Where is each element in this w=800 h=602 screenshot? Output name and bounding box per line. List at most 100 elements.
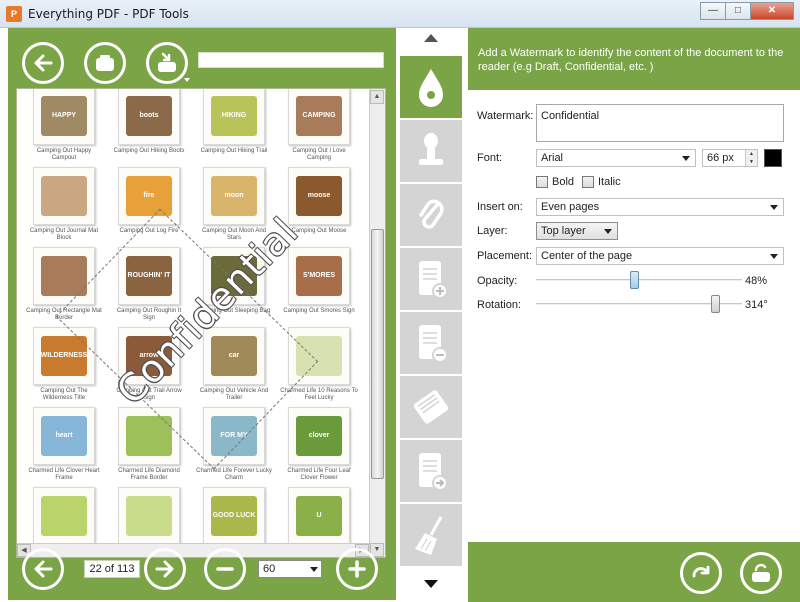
thumbnail-image <box>203 247 265 305</box>
page-thumbnails[interactable]: HAPPY Camping Out Happy Campout boots Campi… <box>16 88 386 558</box>
tool-stamp-button[interactable] <box>400 120 462 182</box>
thumbnail-image: HAPPY <box>33 89 95 145</box>
thumbnail-image <box>288 327 350 385</box>
page-thumbnail[interactable]: CAMPING Camping Out I Love Camping <box>280 89 358 162</box>
page-thumbnail[interactable]: HIKING Camping Out Hiking Trail <box>195 89 273 155</box>
page-thumbnail[interactable]: car Camping Out Vehicle And Trailer <box>195 327 273 402</box>
title-bar: P Everything PDF - PDF Tools — □ ✕ <box>0 0 800 28</box>
opacity-value: 48% <box>745 275 768 287</box>
insert-on-select[interactable]: Even pages <box>536 198 784 216</box>
thumbnail-caption: Camping Out Moose <box>291 228 347 234</box>
thumbnail-image <box>33 247 95 305</box>
save-button[interactable] <box>146 42 188 84</box>
thumbnail-image: GOOD LUCK <box>203 487 265 545</box>
page-name-field[interactable] <box>198 52 384 68</box>
thumbnail-image <box>118 407 180 465</box>
scroll-tools-up-icon[interactable] <box>424 34 438 42</box>
page-thumbnail[interactable]: arrow Camping Out Trail Arrow Sign <box>110 327 188 402</box>
page-thumbnail[interactable]: moon Camping Out Moon And Stars <box>195 167 273 242</box>
spin-arrows-icon[interactable]: ▲ ▼ <box>745 150 757 166</box>
thumbnail-image: boots <box>118 89 180 145</box>
checkbox-box[interactable] <box>582 176 594 188</box>
page-thumbnail[interactable]: S'MORES Camping Out Smores Sign <box>280 247 358 315</box>
text-color-swatch[interactable] <box>764 149 782 167</box>
bold-checkbox[interactable]: Bold <box>536 176 574 188</box>
font-select[interactable]: Arial <box>536 149 696 167</box>
page-thumbnail[interactable]: FOR MY Charmed Life Forever Lucky Charm <box>195 407 273 482</box>
page-thumbnail[interactable]: HAPPY Camping Out Happy Campout <box>25 89 103 162</box>
page-thumbnail[interactable]: heart Charmed Life Clover Heart Frame <box>25 407 103 482</box>
italic-checkbox[interactable]: Italic <box>582 176 621 188</box>
thumbnail-image: heart <box>33 407 95 465</box>
page-thumbnail[interactable]: fire Camping Out Log Fire <box>110 167 188 235</box>
tool-watermark-button[interactable] <box>400 56 462 118</box>
top-toolbar <box>22 42 188 84</box>
minimize-button[interactable]: — <box>700 2 726 20</box>
zoom-out-button[interactable] <box>204 548 246 590</box>
app-logo-icon: P <box>6 6 22 22</box>
rotation-slider[interactable] <box>536 295 742 313</box>
next-page-button[interactable] <box>144 548 186 590</box>
extract-page-icon <box>419 453 448 491</box>
close-button[interactable]: ✕ <box>750 2 794 20</box>
placement-select[interactable]: Center of the page <box>536 247 784 265</box>
thumbnail-caption: Camping Out Happy Campout <box>36 148 92 161</box>
scroll-tools-down-icon[interactable] <box>424 580 438 588</box>
save-options-chevron-icon[interactable] <box>184 78 190 82</box>
tool-remove-page-button[interactable] <box>400 312 462 374</box>
save-document-button[interactable] <box>740 552 782 594</box>
zoom-select[interactable]: 60 <box>258 560 322 578</box>
tool-extract-page-button[interactable] <box>400 440 462 502</box>
back-button[interactable] <box>22 42 64 84</box>
thumbnail-image: FOR MY <box>203 407 265 465</box>
scrollbar-thumb[interactable] <box>371 229 384 479</box>
apply-button[interactable] <box>680 552 722 594</box>
checkbox-box[interactable] <box>536 176 548 188</box>
previous-page-button[interactable] <box>22 548 64 590</box>
open-button[interactable] <box>84 42 126 84</box>
plus-icon <box>348 560 366 578</box>
font-label: Font: <box>477 152 503 164</box>
chevron-down-icon <box>770 254 778 259</box>
font-size-stepper[interactable]: 66 px ▲ ▼ <box>702 149 758 167</box>
action-bar <box>468 542 800 602</box>
tool-cleanup-button[interactable] <box>400 504 462 566</box>
maximize-button[interactable]: □ <box>725 2 751 20</box>
page-thumbnail[interactable]: WILDERNESS Camping Out The Wilderness Tit… <box>25 327 103 402</box>
chevron-down-icon <box>604 229 612 234</box>
thumbnail-image: ROUGHIN' IT <box>118 247 180 305</box>
scroll-up-arrow-icon[interactable]: ▲ <box>370 90 384 104</box>
slider-track[interactable] <box>536 279 742 281</box>
thumbnail-caption: Charmed Life Four Leaf Clover Flower <box>287 468 351 481</box>
thumbnail-artwork: U <box>296 496 342 536</box>
zoom-in-button[interactable] <box>336 548 378 590</box>
page-thumbnail[interactable]: Camping Out Journal Mat Block <box>25 167 103 242</box>
thumbnail-caption: Camping Out I Love Camping <box>292 148 346 161</box>
page-thumbnail[interactable]: moose Camping Out Moose <box>280 167 358 235</box>
vertical-scrollbar[interactable]: ▲ ▼ <box>369 89 385 557</box>
page-thumbnail[interactable]: Charmed Life 10 Reasons To Feel Lucky <box>280 327 358 402</box>
thumbnail-grid: HAPPY Camping Out Happy Campout boots Campi… <box>25 89 365 554</box>
page-thumbnail[interactable]: Camping Out Sleeping Bag <box>195 247 273 315</box>
thumbnail-caption: Camping Out Hiking Boots <box>113 148 185 154</box>
page-counter[interactable]: 22 of 113 <box>84 560 140 578</box>
page-thumbnail[interactable]: boots Camping Out Hiking Boots <box>110 89 188 155</box>
page-thumbnail[interactable]: ROUGHIN' IT Camping Out Roughin It Sign <box>110 247 188 322</box>
page-thumbnail[interactable]: Camping Out Rectangle Mat Border <box>25 247 103 322</box>
page-thumbnail[interactable]: Charmed Life Diamond Frame Border <box>110 407 188 482</box>
tool-description: Add a Watermark to identify the content … <box>468 28 800 90</box>
page-thumbnail[interactable]: clover Charmed Life Four Leaf Clover Flow… <box>280 407 358 482</box>
arrow-left-icon <box>34 54 53 72</box>
opacity-slider[interactable] <box>536 271 742 289</box>
opacity-slider-knob[interactable] <box>630 271 639 289</box>
thumbnail-image: car <box>203 327 265 385</box>
tool-add-page-button[interactable] <box>400 248 462 310</box>
rotation-slider-knob[interactable] <box>711 295 720 313</box>
layer-select[interactable]: Top layer <box>536 222 618 240</box>
bold-label: Bold <box>552 176 575 188</box>
watermark-text-field[interactable]: Confidential <box>536 104 784 142</box>
thumbnail-caption: Charmed Life Clover Heart Frame <box>28 468 100 481</box>
thumbnail-image: CAMPING <box>288 89 350 145</box>
tool-attach-button[interactable] <box>400 184 462 246</box>
tool-eraser-button[interactable] <box>400 376 462 438</box>
